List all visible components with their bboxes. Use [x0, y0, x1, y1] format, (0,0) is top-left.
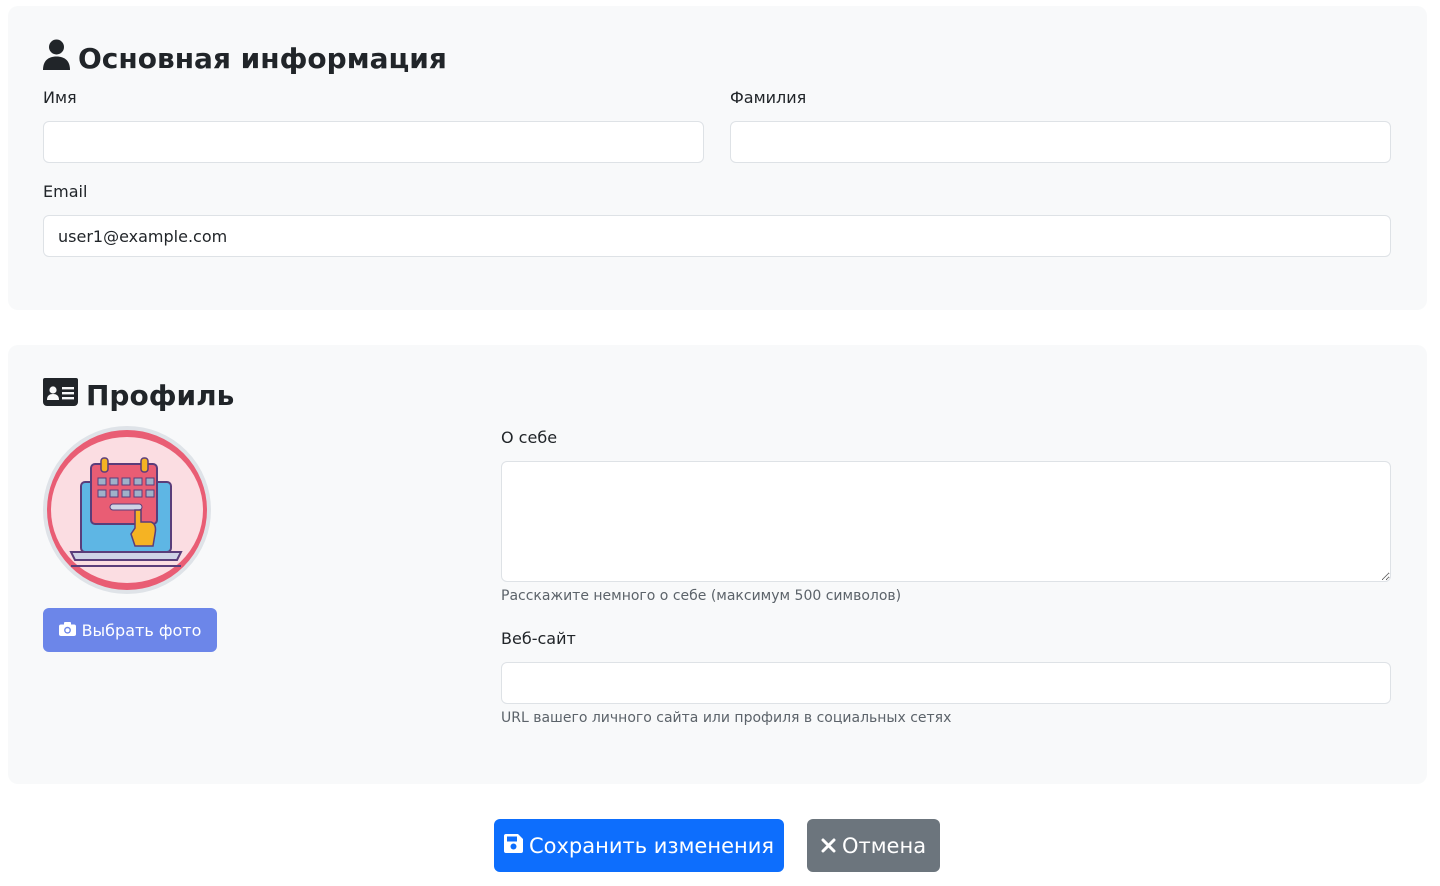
website-help-text: URL вашего личного сайта или профиля в с…: [501, 710, 952, 726]
first-name-input[interactable]: [43, 121, 704, 163]
choose-photo-label: Выбрать фото: [81, 620, 202, 640]
website-label: Веб-сайт: [501, 629, 576, 648]
basic-info-heading: Основная информация: [43, 39, 447, 77]
about-textarea[interactable]: [501, 461, 1391, 582]
profile-title: Профиль: [86, 379, 235, 412]
cancel-button[interactable]: Отмена: [807, 819, 940, 872]
basic-info-title: Основная информация: [78, 41, 447, 75]
save-button[interactable]: Сохранить изменения: [494, 819, 784, 872]
user-icon: [43, 39, 70, 77]
about-help-text: Расскажите немного о себе (максимум 500 …: [501, 588, 902, 604]
last-name-input[interactable]: [730, 121, 1391, 163]
last-name-label: Фамилия: [730, 88, 807, 107]
calendar-laptop-illustration: [69, 457, 183, 567]
email-input[interactable]: [43, 215, 1391, 257]
basic-info-section: Основная информация Имя Фамилия Email: [8, 6, 1427, 310]
website-input[interactable]: [501, 662, 1391, 704]
profile-section: Профиль Выбрать фото О себе Расскажите н…: [8, 345, 1427, 784]
avatar: [43, 426, 211, 594]
floppy-disk-icon: [503, 833, 523, 858]
first-name-label: Имя: [43, 88, 77, 107]
id-card-icon: [43, 378, 78, 413]
about-label: О себе: [501, 428, 558, 447]
choose-photo-button[interactable]: Выбрать фото: [43, 608, 217, 652]
camera-icon: [58, 621, 76, 640]
profile-heading: Профиль: [43, 378, 234, 413]
close-icon: [821, 834, 836, 858]
email-label: Email: [43, 182, 88, 201]
save-label: Сохранить изменения: [528, 833, 775, 858]
cancel-label: Отмена: [841, 833, 927, 858]
